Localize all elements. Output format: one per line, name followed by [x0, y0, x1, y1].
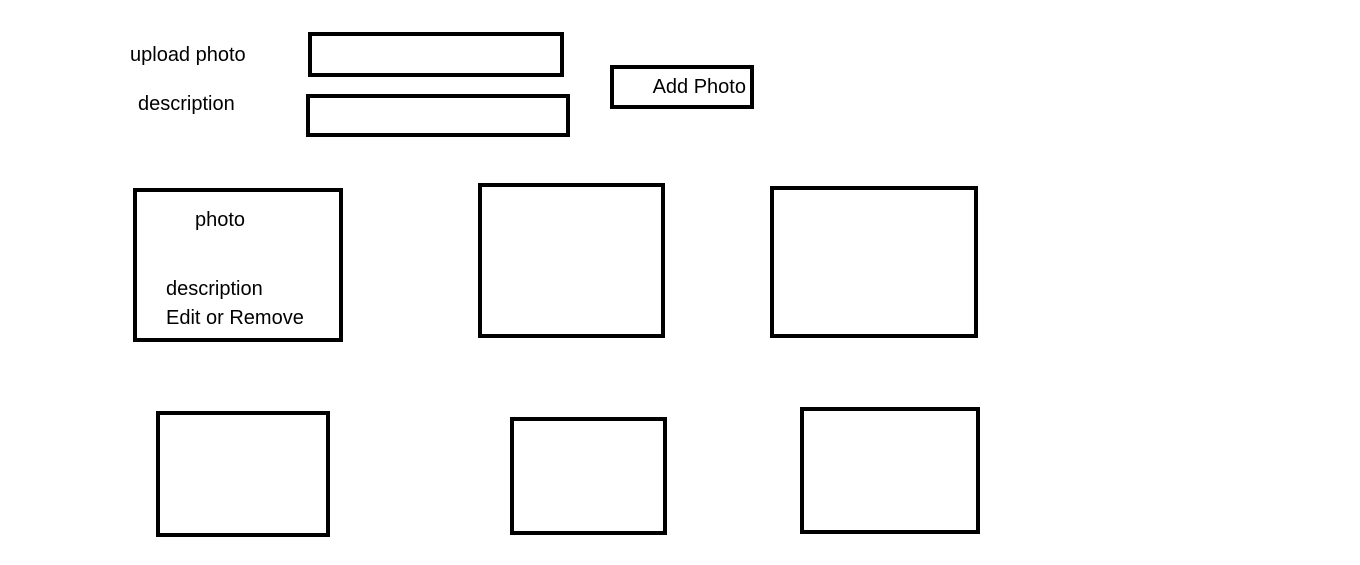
- add-photo-button[interactable]: Add Photo: [610, 65, 754, 109]
- upload-photo-field[interactable]: [308, 32, 564, 77]
- photo-card[interactable]: [770, 186, 978, 338]
- photo-description-label: description: [166, 278, 263, 300]
- photo-card[interactable]: [478, 183, 665, 338]
- description-label: description: [138, 93, 235, 115]
- photo-card[interactable]: [800, 407, 980, 534]
- edit-or-remove-link[interactable]: Edit or Remove: [166, 306, 304, 330]
- photo-placeholder-label: photo: [195, 209, 246, 231]
- photo-card[interactable]: [510, 417, 667, 535]
- photo-card[interactable]: [156, 411, 330, 537]
- photo-card[interactable]: photo description Edit or Remove: [133, 188, 343, 342]
- description-field[interactable]: [306, 94, 570, 137]
- upload-photo-label: upload photo: [130, 44, 246, 66]
